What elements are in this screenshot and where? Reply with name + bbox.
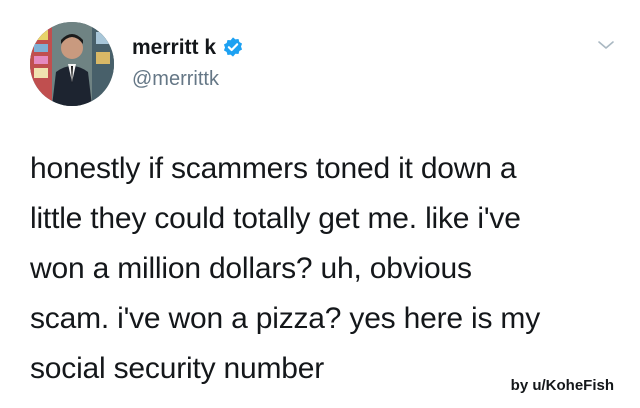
name-row: merritt k [132,36,244,58]
avatar[interactable] [30,22,114,106]
tweet-text-line: scam. i've won a pizza? yes here is my [30,302,540,335]
tweet-text-line: honestly if scammers toned it down a [30,152,517,185]
chevron-down-icon[interactable] [596,38,616,52]
tweet-text-line: won a million dollars? uh, obvious [30,252,472,285]
user-handle[interactable]: @merrittk [132,69,219,89]
display-name[interactable]: merritt k [132,37,216,58]
tweet-card: merritt k @merrittk honestly if scammers… [0,0,640,408]
tweet-text-line: little they could totally get me. like i… [30,202,521,235]
watermark-credit: by u/KoheFish [510,377,614,394]
tweet-text: honestly if scammers toned it down a lit… [30,144,620,394]
verified-badge-icon [222,36,244,58]
avatar-image [30,22,114,106]
